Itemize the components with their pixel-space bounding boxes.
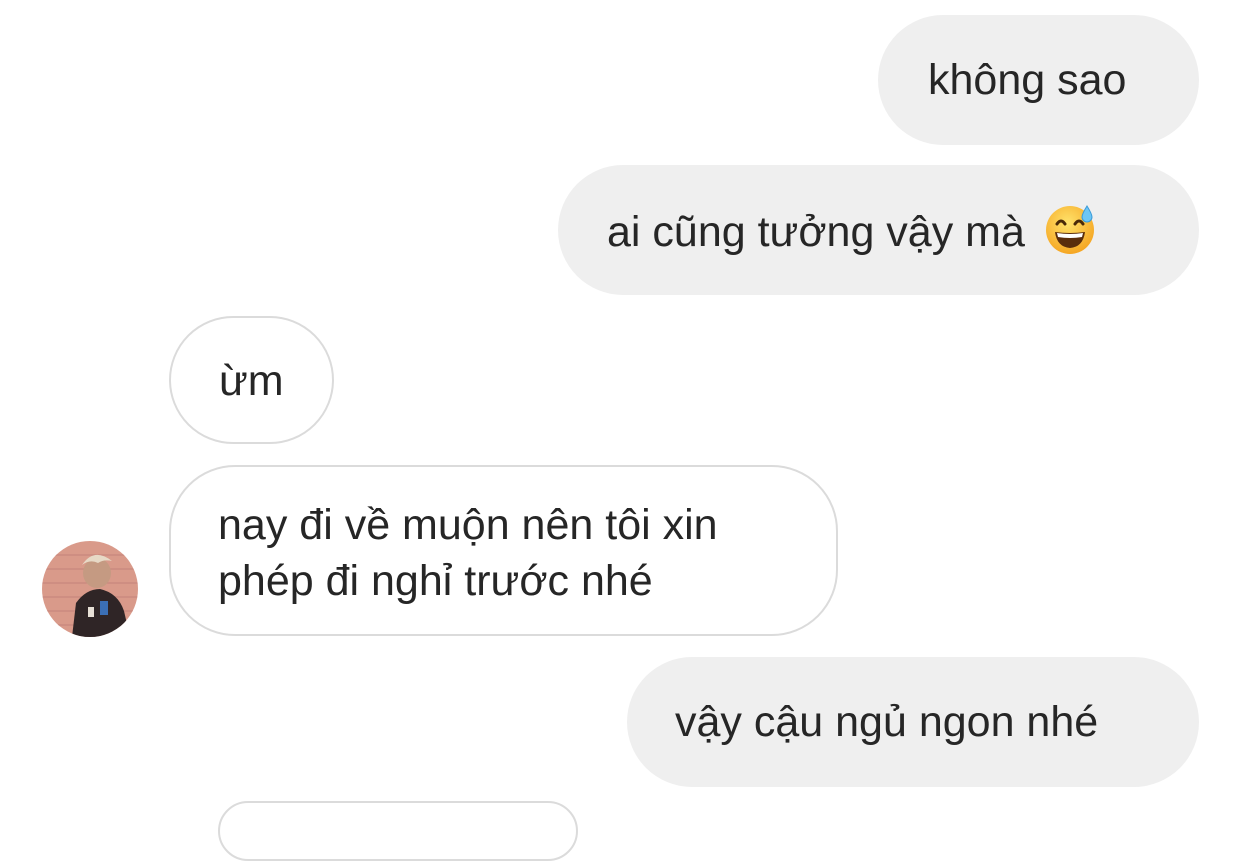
avatar[interactable] <box>42 541 138 637</box>
profile-photo <box>42 541 138 637</box>
message-text: ừm <box>219 357 284 405</box>
sent-message-bubble[interactable]: không sao <box>878 15 1199 145</box>
message-text-line: nay đi về muộn nên tôi xin <box>218 501 718 549</box>
received-message-bubble-partial[interactable] <box>218 801 578 861</box>
message-text: vậy cậu ngủ ngon nhé <box>675 698 1099 746</box>
received-message-bubble[interactable]: ừm <box>169 316 334 444</box>
message-text: không sao <box>928 56 1127 104</box>
message-text: ai cũng tưởng vậy mà <box>607 208 1025 256</box>
grinning-face-with-sweat-icon <box>1045 205 1094 254</box>
message-text-line: phép đi nghỉ trước nhé <box>218 557 653 605</box>
received-message-bubble[interactable]: nay đi về muộn nên tôi xin phép đi nghỉ … <box>169 465 838 636</box>
sent-message-bubble[interactable]: ai cũng tưởng vậy mà <box>558 165 1199 295</box>
sent-message-bubble[interactable]: vậy cậu ngủ ngon nhé <box>627 657 1199 787</box>
